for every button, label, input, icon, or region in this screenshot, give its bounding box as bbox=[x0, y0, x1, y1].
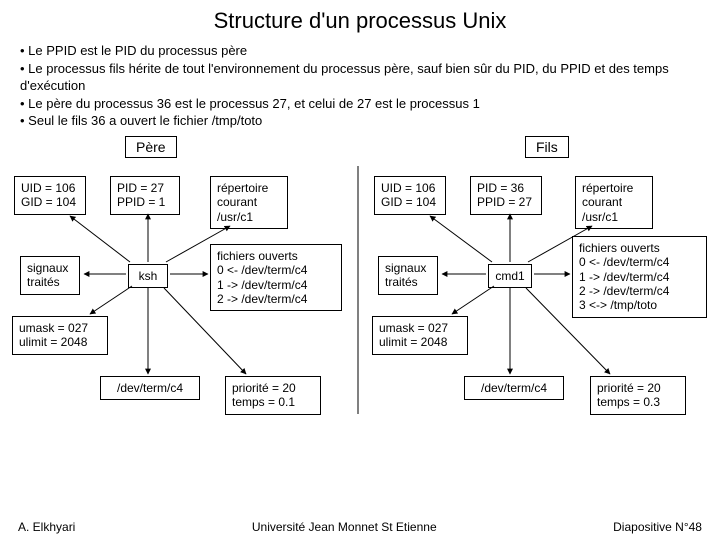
umask-box-left: umask = 027 ulimit = 2048 bbox=[12, 316, 108, 355]
fd-box-right: fichiers ouverts 0 <- /dev/term/c4 1 -> … bbox=[572, 236, 707, 318]
fd-box-left: fichiers ouverts 0 <- /dev/term/c4 1 -> … bbox=[210, 244, 342, 312]
diagram-area: Père Fils UID = 106 GID = 104 PID = 27 P… bbox=[0, 136, 720, 516]
umask-box-right: umask = 027 ulimit = 2048 bbox=[372, 316, 468, 355]
footer: A. Elkhyari Université Jean Monnet St Et… bbox=[0, 520, 720, 534]
dev-box-right: /dev/term/c4 bbox=[464, 376, 564, 400]
footer-slide: Diapositive N°48 bbox=[613, 520, 702, 534]
label-fils: Fils bbox=[525, 136, 569, 158]
pid-box-left: PID = 27 PPID = 1 bbox=[110, 176, 180, 215]
shell-box-left: ksh bbox=[128, 264, 168, 288]
bullet: • Le père du processus 36 est le process… bbox=[20, 95, 700, 113]
pid-box-right: PID = 36 PPID = 27 bbox=[470, 176, 542, 215]
pri-box-left: priorité = 20 temps = 0.1 bbox=[225, 376, 321, 415]
label-pere: Père bbox=[125, 136, 177, 158]
bullet: • Le PPID est le PID du processus père bbox=[20, 42, 700, 60]
footer-author: A. Elkhyari bbox=[18, 520, 75, 534]
bullet-list: • Le PPID est le PID du processus père •… bbox=[0, 38, 720, 136]
uid-box-right: UID = 106 GID = 104 bbox=[374, 176, 446, 215]
dev-box-left: /dev/term/c4 bbox=[100, 376, 200, 400]
uid-box-left: UID = 106 GID = 104 bbox=[14, 176, 86, 215]
shell-box-right: cmd1 bbox=[488, 264, 532, 288]
pri-box-right: priorité = 20 temps = 0.3 bbox=[590, 376, 686, 415]
bullet: • Le processus fils hérite de tout l'env… bbox=[20, 60, 700, 95]
sig-box-left: signaux traités bbox=[20, 256, 80, 295]
dir-box-left: répertoire courant /usr/c1 bbox=[210, 176, 288, 229]
sig-box-right: signaux traités bbox=[378, 256, 438, 295]
dir-box-right: répertoire courant /usr/c1 bbox=[575, 176, 653, 229]
page-title: Structure d'un processus Unix bbox=[0, 0, 720, 38]
footer-uni: Université Jean Monnet St Etienne bbox=[252, 520, 437, 534]
bullet: • Seul le fils 36 a ouvert le fichier /t… bbox=[20, 112, 700, 130]
